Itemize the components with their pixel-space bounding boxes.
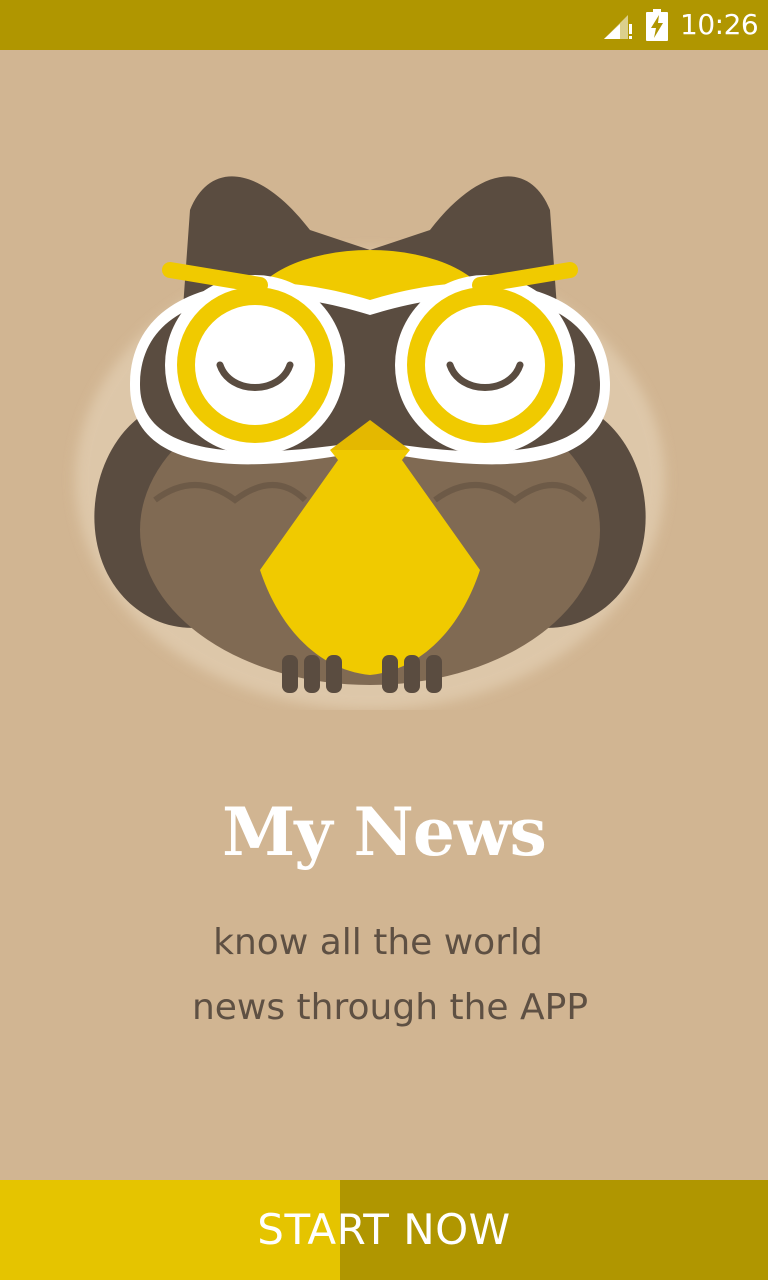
tagline-line-1: know all the world	[213, 922, 543, 963]
status-bar: 10:26	[0, 0, 768, 50]
start-now-button[interactable]: START NOW	[0, 1180, 768, 1280]
status-time: 10:26	[680, 8, 759, 41]
battery-charging-icon	[646, 9, 668, 41]
tagline-line-2: news through the APP	[191, 987, 589, 1028]
start-now-label: START NOW	[257, 1205, 511, 1254]
owl-logo	[75, 176, 665, 710]
signal-icon	[604, 15, 632, 39]
app-title: My News	[222, 793, 547, 871]
